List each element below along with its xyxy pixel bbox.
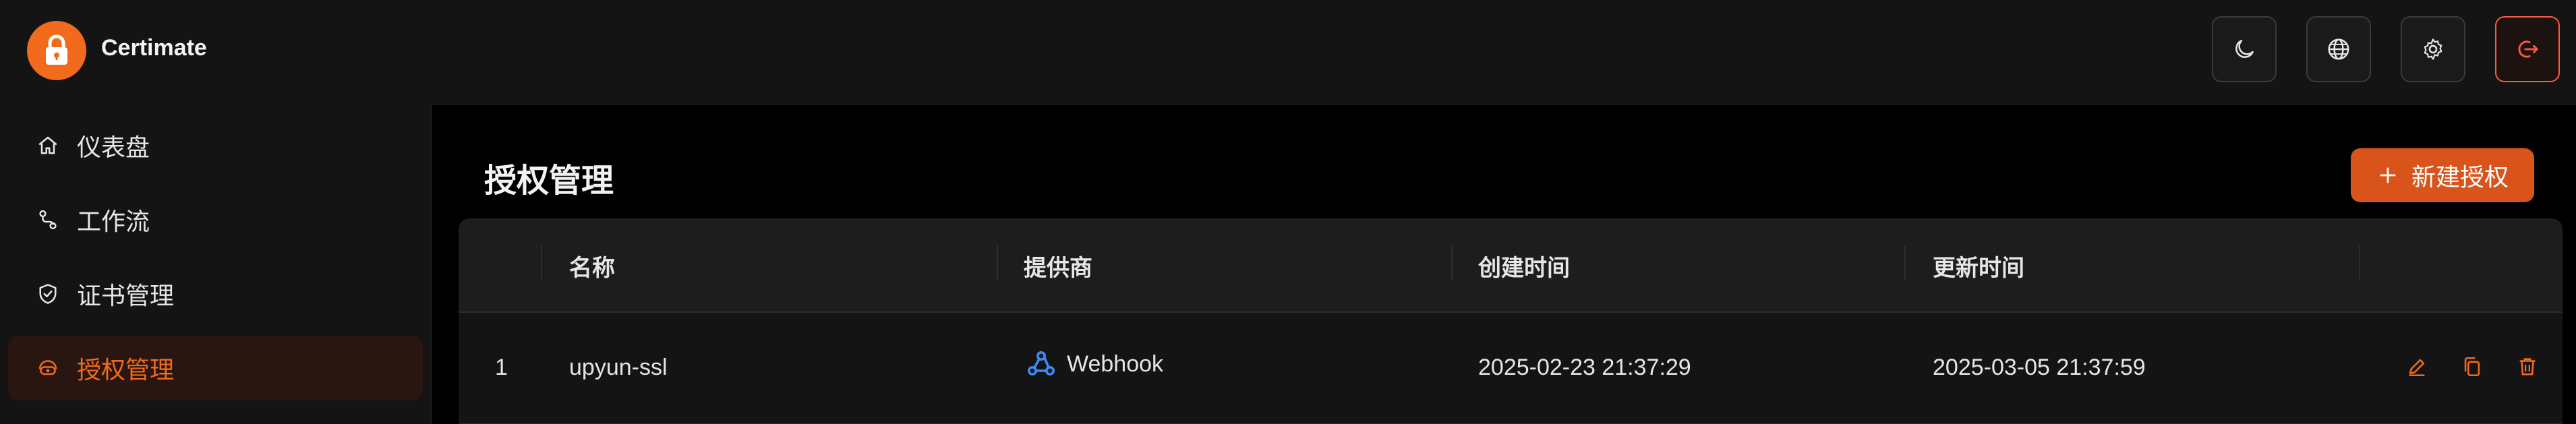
sidebar-item-certificates[interactable]: 证书管理 — [8, 262, 423, 326]
row-updated-time: 2025-03-05 21:37:59 — [1933, 355, 2146, 380]
sidebar-item-label: 证书管理 — [77, 282, 175, 309]
new-access-button-label: 新建授权 — [2411, 163, 2509, 191]
new-access-button[interactable]: 新建授权 — [2351, 148, 2534, 202]
sidebar-item-label: 仪表盘 — [77, 133, 150, 161]
row-name: upyun-ssl — [569, 355, 668, 380]
moon-icon — [2235, 40, 2254, 58]
column-header-name[interactable]: 名称 — [569, 249, 615, 282]
column-separator — [1451, 245, 1453, 280]
delete-button[interactable] — [2511, 351, 2544, 383]
shield-icon — [34, 280, 62, 308]
sidebar-item-dashboard[interactable]: 仪表盘 — [8, 113, 423, 178]
plus-icon — [2380, 167, 2396, 183]
settings-button[interactable] — [2401, 16, 2465, 82]
workflow-icon — [34, 206, 62, 234]
row-index: 1 — [495, 355, 508, 380]
access-icon — [34, 354, 62, 382]
top-header: Certimate — [0, 0, 2576, 105]
logout-button[interactable] — [2495, 16, 2560, 82]
app-name: Certimate — [101, 35, 207, 61]
theme-toggle-button[interactable] — [2212, 16, 2277, 82]
sidebar: 仪表盘 工作流 证书管理 授权管理 — [0, 105, 430, 424]
sidebar-item-label: 工作流 — [77, 208, 150, 235]
sidebar-item-label: 授权管理 — [77, 356, 175, 384]
lock-icon — [46, 34, 67, 65]
sidebar-item-workflow[interactable]: 工作流 — [8, 187, 423, 252]
access-table: 名称 提供商 创建时间 更新时间 1 upyun-ssl Webhook 202… — [459, 218, 2563, 424]
sidebar-item-access[interactable]: 授权管理 — [8, 336, 423, 400]
table-row: 1 upyun-ssl Webhook 2025-02-23 21:37:29 … — [459, 313, 2563, 424]
column-separator — [997, 245, 998, 280]
copy-button[interactable] — [2456, 351, 2488, 383]
webhook-icon — [1028, 351, 1055, 375]
edit-button[interactable] — [2401, 351, 2433, 383]
copy-icon — [2464, 357, 2480, 377]
column-header-updated[interactable]: 更新时间 — [1933, 249, 2024, 282]
delete-icon — [2519, 358, 2536, 375]
column-separator — [541, 245, 542, 280]
column-separator — [1904, 245, 1906, 280]
row-actions — [2401, 351, 2544, 383]
column-header-created[interactable]: 创建时间 — [1478, 249, 1570, 282]
logout-icon — [2518, 40, 2538, 58]
provider-label: Webhook — [1067, 351, 1164, 377]
home-icon — [34, 131, 62, 160]
row-provider: Webhook — [1025, 348, 1163, 380]
row-created-time: 2025-02-23 21:37:29 — [1478, 355, 1691, 380]
page-title: 授权管理 — [484, 163, 614, 199]
column-header-provider[interactable]: 提供商 — [1024, 249, 1092, 282]
column-separator — [2359, 245, 2360, 280]
gear-icon — [2424, 38, 2442, 60]
app-logo — [27, 21, 86, 80]
language-button[interactable] — [2306, 16, 2371, 82]
globe-icon — [2328, 38, 2349, 60]
edit-icon — [2409, 359, 2425, 377]
sidebar-divider — [430, 105, 432, 424]
table-header: 名称 提供商 创建时间 更新时间 — [459, 218, 2563, 313]
